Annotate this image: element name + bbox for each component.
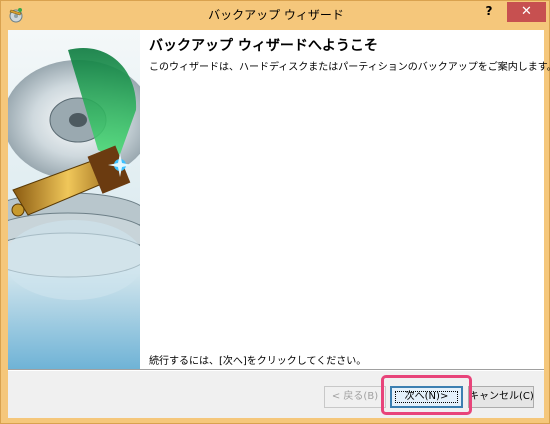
wizard-client-area: バックアップ ウィザードへようこそ このウィザードは、ハードディスクまたはパーテ… <box>8 30 550 418</box>
backup-app-icon <box>9 8 23 23</box>
cancel-button[interactable]: キャンセル(C) <box>468 386 534 408</box>
window-title: バックアップ ウィザード <box>208 8 344 22</box>
help-button[interactable]: ? <box>472 2 506 22</box>
wizard-window: バックアップ ウィザード ? ✕ バックアップ ウィザードへようこそ このウィザ… <box>0 0 550 424</box>
wizard-instruction: 続行するには、[次へ]をクリックしてください。 <box>149 356 367 367</box>
title-bar[interactable]: バックアップ ウィザード ? ✕ <box>1 1 550 30</box>
back-button[interactable]: < 戻る(B) <box>324 386 386 408</box>
hard-disk-illustration <box>8 30 140 369</box>
wizard-side-illustration <box>8 30 140 369</box>
button-separator-highlight <box>8 370 544 371</box>
close-button[interactable]: ✕ <box>507 2 546 22</box>
wizard-description: このウィザードは、ハードディスクまたはパーティションのバックアップをご案内します… <box>149 62 550 73</box>
next-button-highlight-annotation <box>381 375 472 415</box>
wizard-heading: バックアップ ウィザードへようこそ <box>149 38 378 54</box>
wizard-content-panel: バックアップ ウィザードへようこそ このウィザードは、ハードディスクまたはパーテ… <box>140 30 550 369</box>
